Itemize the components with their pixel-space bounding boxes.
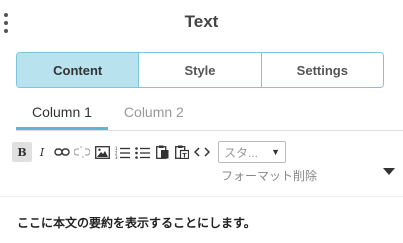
editor-toolbar: B I 123 T スタ... ▼	[12, 141, 286, 163]
style-dropdown[interactable]: スタ... ▼	[218, 141, 286, 163]
source-code-button[interactable]	[192, 142, 212, 162]
tab-settings[interactable]: Settings	[261, 53, 383, 87]
bulleted-list-icon	[134, 146, 150, 159]
paste-text-button[interactable]: T	[172, 142, 192, 162]
bold-button[interactable]: B	[12, 142, 32, 162]
unlink-icon	[74, 146, 90, 158]
paste-button[interactable]	[152, 142, 172, 162]
toolbar-toggle-icon[interactable]	[383, 168, 395, 175]
bulleted-list-button[interactable]	[132, 142, 152, 162]
tab-column-1[interactable]: Column 1	[16, 104, 108, 130]
image-button[interactable]	[92, 142, 112, 162]
column-tabs: Column 1 Column 2	[16, 104, 200, 130]
link-icon	[54, 148, 70, 156]
svg-text:T: T	[182, 151, 187, 159]
numbered-list-button[interactable]: 123	[112, 142, 132, 162]
toolbar-divider	[0, 196, 403, 197]
bold-icon: B	[17, 145, 27, 159]
code-icon	[194, 147, 210, 157]
unlink-button[interactable]	[72, 142, 92, 162]
paste-text-icon: T	[175, 145, 189, 159]
chevron-down-icon: ▼	[271, 147, 280, 157]
image-icon	[94, 145, 110, 159]
editor-content[interactable]: ここに本文の要約を表示することにします。	[17, 214, 256, 231]
link-button[interactable]	[52, 142, 72, 162]
italic-icon: I	[39, 145, 45, 159]
panel-title: Text	[184, 12, 219, 31]
tab-divider	[16, 130, 403, 131]
tab-content[interactable]: Content	[17, 53, 140, 87]
italic-button[interactable]: I	[32, 142, 52, 162]
svg-text:3: 3	[115, 155, 118, 159]
style-dropdown-value: スタ...	[224, 145, 259, 160]
numbered-list-icon: 123	[115, 146, 130, 159]
remove-format-button[interactable]: フォーマット削除	[221, 167, 317, 184]
paste-icon	[155, 145, 168, 159]
tab-style[interactable]: Style	[139, 53, 262, 87]
tab-column-2[interactable]: Column 2	[108, 104, 200, 130]
mode-segmented-control: Content Style Settings	[16, 52, 384, 88]
